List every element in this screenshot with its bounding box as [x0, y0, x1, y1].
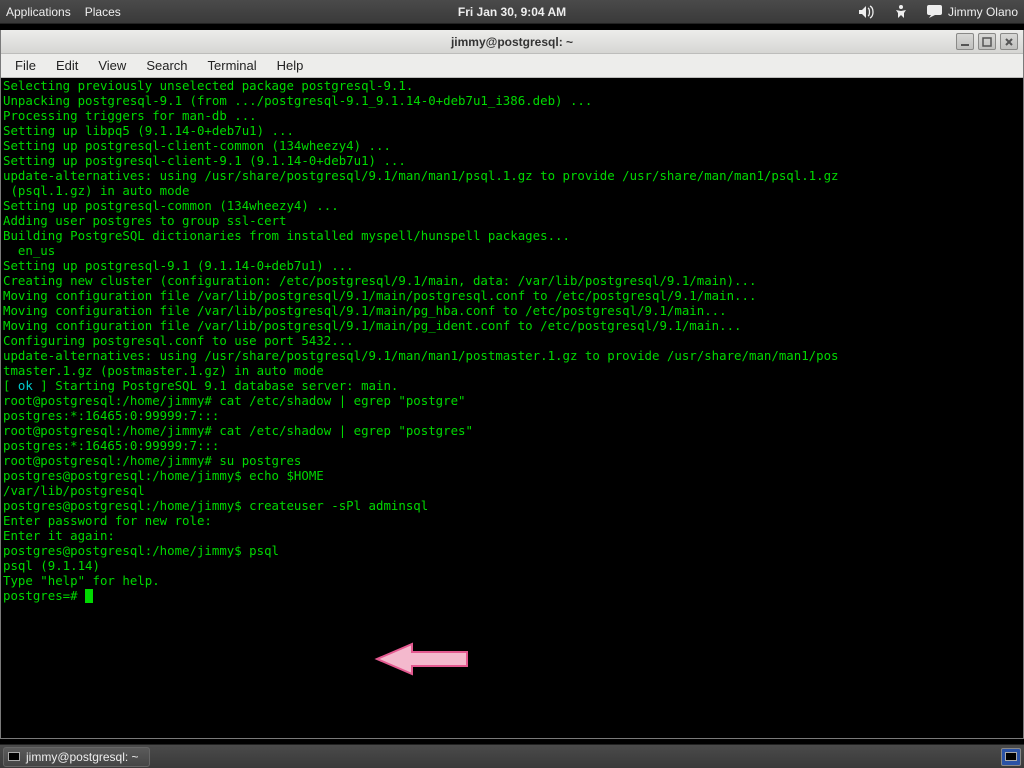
- menu-help[interactable]: Help: [269, 56, 312, 75]
- terminal-line: update-alternatives: using /usr/share/po…: [3, 348, 1021, 363]
- terminal-icon: [8, 752, 20, 761]
- clock[interactable]: Fri Jan 30, 9:04 AM: [458, 5, 566, 19]
- terminal-area[interactable]: Selecting previously unselected package …: [1, 78, 1023, 738]
- terminal-line: Setting up postgresql-common (134wheezy4…: [3, 198, 1021, 213]
- terminal-line: postgres:*:16465:0:99999:7:::: [3, 408, 1021, 423]
- user-label: Jimmy Olano: [948, 5, 1018, 19]
- terminal-line: Unpacking postgresql-9.1 (from .../postg…: [3, 93, 1021, 108]
- terminal-line: /var/lib/postgresql: [3, 483, 1021, 498]
- chat-icon[interactable]: Jimmy Olano: [927, 5, 1018, 19]
- terminal-line: Setting up postgresql-client-common (134…: [3, 138, 1021, 153]
- terminal-line: Configuring postgresql.conf to use port …: [3, 333, 1021, 348]
- terminal-line: root@postgresql:/home/jimmy# su postgres: [3, 453, 1021, 468]
- menubar: File Edit View Search Terminal Help: [1, 54, 1023, 78]
- terminal-line: postgres@postgresql:/home/jimmy$ createu…: [3, 498, 1021, 513]
- terminal-cursor: [85, 589, 93, 603]
- terminal-line: postgres@postgresql:/home/jimmy$ echo $H…: [3, 468, 1021, 483]
- terminal-line: root@postgresql:/home/jimmy# cat /etc/sh…: [3, 423, 1021, 438]
- terminal-line: Creating new cluster (configuration: /et…: [3, 273, 1021, 288]
- terminal-line: postgres=#: [3, 588, 1021, 603]
- taskbar-window-label: jimmy@postgresql: ~: [26, 750, 139, 764]
- window-titlebar[interactable]: jimmy@postgresql: ~: [1, 30, 1023, 54]
- close-button[interactable]: [1000, 33, 1018, 50]
- terminal-line: Type "help" for help.: [3, 573, 1021, 588]
- terminal-line: Setting up libpq5 (9.1.14-0+deb7u1) ...: [3, 123, 1021, 138]
- terminal-line: Processing triggers for man-db ...: [3, 108, 1021, 123]
- menu-view[interactable]: View: [90, 56, 134, 75]
- terminal-line: Moving configuration file /var/lib/postg…: [3, 288, 1021, 303]
- terminal-line: Selecting previously unselected package …: [3, 78, 1021, 93]
- terminal-line: Building PostgreSQL dictionaries from in…: [3, 228, 1021, 243]
- top-panel: Applications Places Fri Jan 30, 9:04 AM …: [0, 0, 1024, 24]
- terminal-line: [ ok ] Starting PostgreSQL 9.1 database …: [3, 378, 1021, 393]
- volume-icon[interactable]: [858, 5, 875, 19]
- accessibility-icon[interactable]: [893, 4, 909, 20]
- terminal-line: Setting up postgresql-client-9.1 (9.1.14…: [3, 153, 1021, 168]
- terminal-line: Moving configuration file /var/lib/postg…: [3, 303, 1021, 318]
- taskbar-window-button[interactable]: jimmy@postgresql: ~: [3, 747, 150, 767]
- menu-edit[interactable]: Edit: [48, 56, 86, 75]
- terminal-line: root@postgresql:/home/jimmy# cat /etc/sh…: [3, 393, 1021, 408]
- terminal-line: Enter password for new role:: [3, 513, 1021, 528]
- terminal-line: Setting up postgresql-9.1 (9.1.14-0+deb7…: [3, 258, 1021, 273]
- maximize-button[interactable]: [978, 33, 996, 50]
- menu-search[interactable]: Search: [138, 56, 195, 75]
- terminal-line: Adding user postgres to group ssl-cert: [3, 213, 1021, 228]
- bottom-taskbar: jimmy@postgresql: ~: [0, 744, 1024, 768]
- menu-file[interactable]: File: [7, 56, 44, 75]
- terminal-line: tmaster.1.gz (postmaster.1.gz) in auto m…: [3, 363, 1021, 378]
- applications-menu[interactable]: Applications: [6, 5, 71, 19]
- minimize-button[interactable]: [956, 33, 974, 50]
- terminal-window: jimmy@postgresql: ~ File Edit View Searc…: [0, 30, 1024, 739]
- terminal-line: postgres:*:16465:0:99999:7:::: [3, 438, 1021, 453]
- menu-terminal[interactable]: Terminal: [200, 56, 265, 75]
- places-menu[interactable]: Places: [85, 5, 121, 19]
- terminal-line: Enter it again:: [3, 528, 1021, 543]
- terminal-icon: [1005, 752, 1017, 761]
- terminal-line: psql (9.1.14): [3, 558, 1021, 573]
- terminal-line: (psql.1.gz) in auto mode: [3, 183, 1021, 198]
- terminal-line: postgres@postgresql:/home/jimmy$ psql: [3, 543, 1021, 558]
- window-title: jimmy@postgresql: ~: [451, 35, 573, 49]
- workspace-switcher[interactable]: [1001, 748, 1021, 766]
- terminal-line: Moving configuration file /var/lib/postg…: [3, 318, 1021, 333]
- terminal-line: en_us: [3, 243, 1021, 258]
- terminal-line: update-alternatives: using /usr/share/po…: [3, 168, 1021, 183]
